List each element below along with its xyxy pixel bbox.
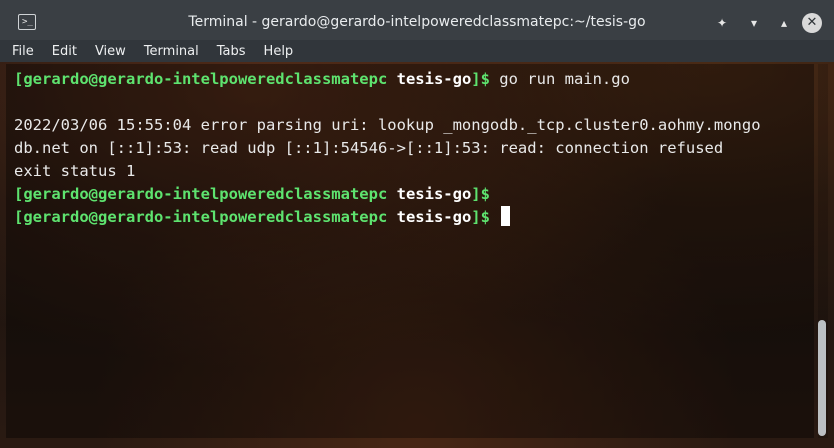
prompt-directory: tesis-go [396, 208, 472, 226]
menu-tabs[interactable]: Tabs [215, 44, 248, 59]
prompt-directory: tesis-go [396, 185, 472, 203]
terminal-window: >_ Terminal - gerardo@gerardo-intelpower… [0, 0, 834, 448]
output-line: db.net on [::1]:53: read udp [::1]:54546… [14, 139, 724, 157]
title-bar[interactable]: >_ Terminal - gerardo@gerardo-intelpower… [0, 0, 834, 44]
command-text: go run main.go [489, 70, 630, 88]
prompt-user-host: [gerardo@gerardo-intelpoweredclassmatepc [14, 185, 388, 203]
scrollbar-thumb[interactable] [818, 320, 826, 436]
menu-edit[interactable]: Edit [50, 44, 79, 59]
terminal-output: [gerardo@gerardo-intelpoweredclassmatepc… [14, 68, 814, 229]
prompt-line-2: [gerardo@gerardo-intelpoweredclassmatepc… [14, 185, 490, 203]
prompt-end: ]$ [471, 185, 490, 203]
pin-icon[interactable]: ✦ [713, 14, 731, 32]
prompt-end: ]$ [471, 70, 490, 88]
prompt-directory: tesis-go [396, 70, 472, 88]
terminal-area[interactable]: [gerardo@gerardo-intelpoweredclassmatepc… [6, 64, 814, 438]
prompt-user-host: [gerardo@gerardo-intelpoweredclassmatepc [14, 208, 388, 226]
prompt-user-host: [gerardo@gerardo-intelpoweredclassmatepc [14, 70, 388, 88]
minimize-icon[interactable]: ▾ [745, 14, 763, 32]
output-line: exit status 1 [14, 162, 136, 180]
maximize-icon[interactable]: ▴ [775, 14, 793, 32]
menu-view[interactable]: View [93, 44, 128, 59]
menu-terminal[interactable]: Terminal [142, 44, 201, 59]
menu-file[interactable]: File [10, 44, 36, 59]
prompt-line-1: [gerardo@gerardo-intelpoweredclassmatepc… [14, 70, 630, 88]
menu-help[interactable]: Help [262, 44, 296, 59]
window-title: Terminal - gerardo@gerardo-intelpoweredc… [188, 14, 646, 30]
prompt-line-3: [gerardo@gerardo-intelpoweredclassmatepc… [14, 206, 511, 226]
menu-bar: File Edit View Terminal Tabs Help [0, 40, 834, 62]
prompt-end: ]$ [471, 208, 490, 226]
text-cursor [501, 206, 511, 226]
output-line: 2022/03/06 15:55:04 error parsing uri: l… [14, 116, 761, 134]
close-icon[interactable]: ✕ [802, 13, 822, 33]
